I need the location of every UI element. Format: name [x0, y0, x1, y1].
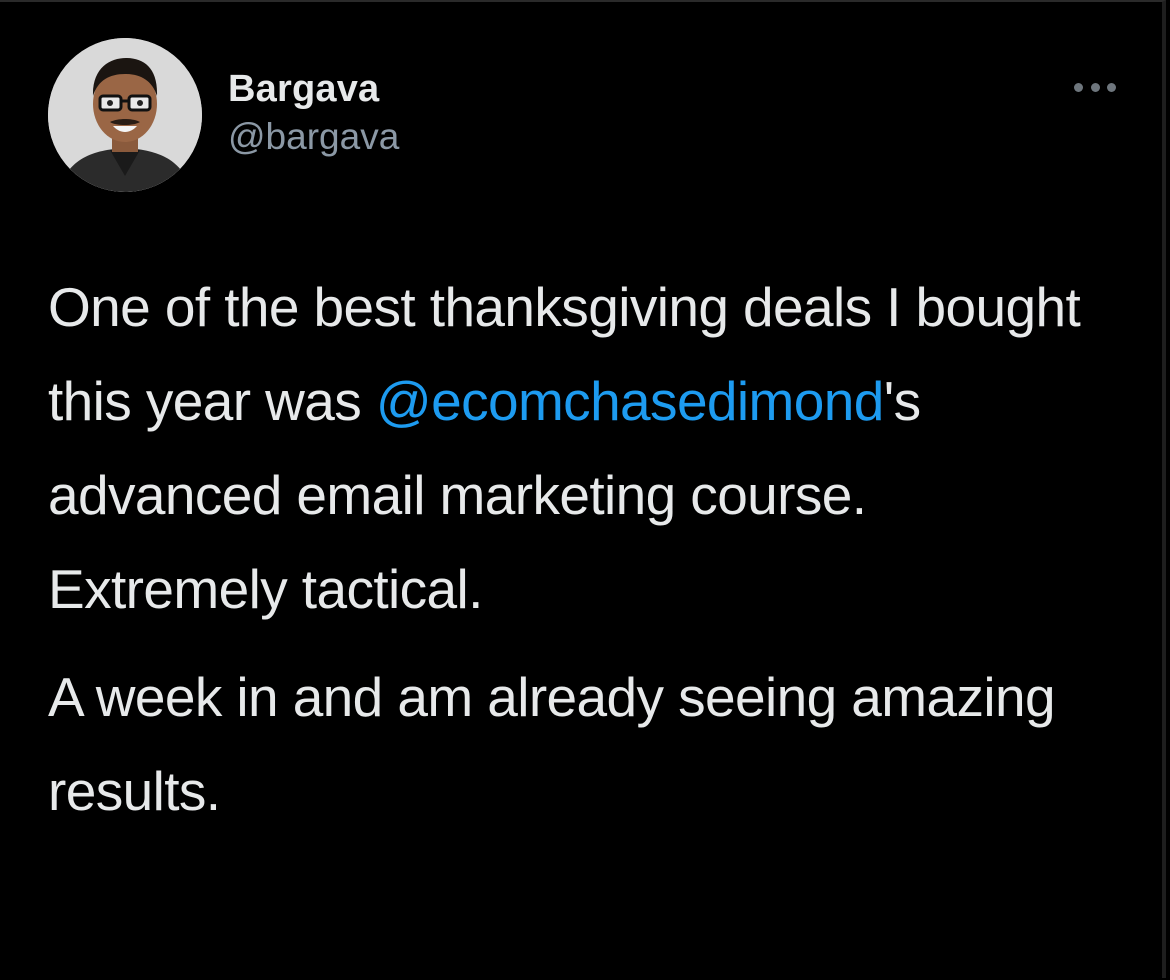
mention-link[interactable]: @ecomchasedimond — [376, 370, 884, 432]
author-display-name[interactable]: Bargava — [228, 66, 399, 112]
dot — [1090, 82, 1100, 92]
tweet-header: Bargava @bargava — [48, 38, 1128, 194]
tweet-paragraph-2: A week in and am already seeing amazing … — [48, 666, 1056, 822]
more-options-icon[interactable] — [1074, 78, 1116, 96]
avatar-photo-icon — [48, 38, 202, 192]
dot — [1074, 82, 1083, 92]
author-names: Bargava @bargava — [228, 66, 399, 162]
tweet-text: One of the best thanksgiving deals I bou… — [48, 260, 1088, 838]
author-avatar[interactable] — [48, 38, 202, 192]
dot — [1107, 82, 1116, 92]
author-handle[interactable]: @bargava — [228, 112, 399, 162]
tweet-paragraph-1: One of the best thanksgiving deals I bou… — [48, 260, 1088, 636]
